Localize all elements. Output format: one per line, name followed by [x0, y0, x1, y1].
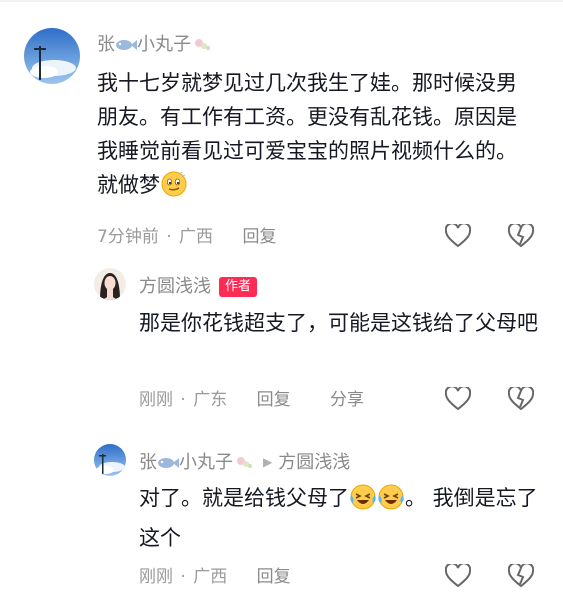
author-name[interactable]: 方圆浅浅	[139, 276, 211, 297]
laughing-crying-emoji-icon	[377, 483, 405, 521]
share-button[interactable]: 分享	[330, 389, 364, 411]
top-divider	[0, 0, 563, 2]
smirk-emoji-icon	[160, 170, 188, 208]
dislike-icon[interactable]	[507, 385, 535, 411]
comment-meta: 7分钟前 · 广西 回复	[97, 226, 276, 248]
avatar[interactable]	[94, 444, 126, 476]
comment-meta: 刚刚 · 广西 回复	[139, 566, 291, 588]
reply-button[interactable]: 回复	[257, 389, 291, 411]
dislike-icon[interactable]	[507, 222, 535, 248]
fish-icon	[157, 454, 179, 476]
dislike-icon[interactable]	[507, 562, 535, 588]
author-name[interactable]: 张	[139, 452, 157, 473]
like-icon[interactable]	[444, 562, 472, 588]
flower-icon	[233, 454, 255, 476]
avatar[interactable]	[94, 268, 126, 300]
meta-separator: ·	[180, 390, 186, 410]
author-badge: 作者	[219, 277, 258, 297]
comment-time: 7分钟前	[97, 227, 159, 247]
comment-text: 那是你花钱超支了，可能是这钱给了父母吧	[139, 306, 539, 340]
comment-location: 广西	[179, 227, 214, 247]
reply-button[interactable]: 回复	[257, 566, 291, 588]
like-icon[interactable]	[444, 222, 472, 248]
reply-arrow-icon: ▶	[263, 455, 273, 469]
laughing-crying-emoji-icon	[349, 483, 377, 521]
avatar[interactable]	[24, 28, 80, 84]
like-icon[interactable]	[444, 385, 472, 411]
reply-to-name[interactable]: 方圆浅浅	[278, 452, 350, 473]
comment-author[interactable]: 张 小丸子 ▶ 方圆浅浅	[139, 451, 350, 476]
comment-meta: 刚刚 · 广东 回复 分享	[139, 389, 364, 411]
comment-author[interactable]: 张 小丸子	[97, 34, 213, 58]
reply-button[interactable]: 回复	[242, 226, 276, 248]
meta-separator: ·	[180, 567, 186, 587]
comment-text: 我十七岁就梦见过几次我生了娃。那时候没男朋友。有工作有工资。更没有乱花钱。原因是…	[97, 66, 537, 208]
author-name[interactable]: 张	[97, 34, 115, 55]
flower-icon	[191, 36, 213, 58]
fish-icon	[115, 36, 137, 58]
comment-text: 对了。就是给钱父母了。 我倒是忘了这个	[139, 481, 539, 555]
author-name-suffix[interactable]: 小丸子	[179, 452, 233, 473]
comment-text-before: 对了。就是给钱父母了	[139, 486, 349, 510]
meta-separator: ·	[166, 227, 172, 247]
comment-time: 刚刚	[139, 390, 173, 410]
author-name-suffix[interactable]: 小丸子	[137, 34, 191, 55]
comment-time: 刚刚	[139, 567, 173, 587]
comment-location: 广东	[193, 390, 228, 410]
comment-text-content: 那是你花钱超支了，可能是这钱给了父母吧	[139, 311, 538, 335]
comment-location: 广西	[193, 567, 228, 587]
comment-author[interactable]: 方圆浅浅 作者	[139, 276, 258, 298]
